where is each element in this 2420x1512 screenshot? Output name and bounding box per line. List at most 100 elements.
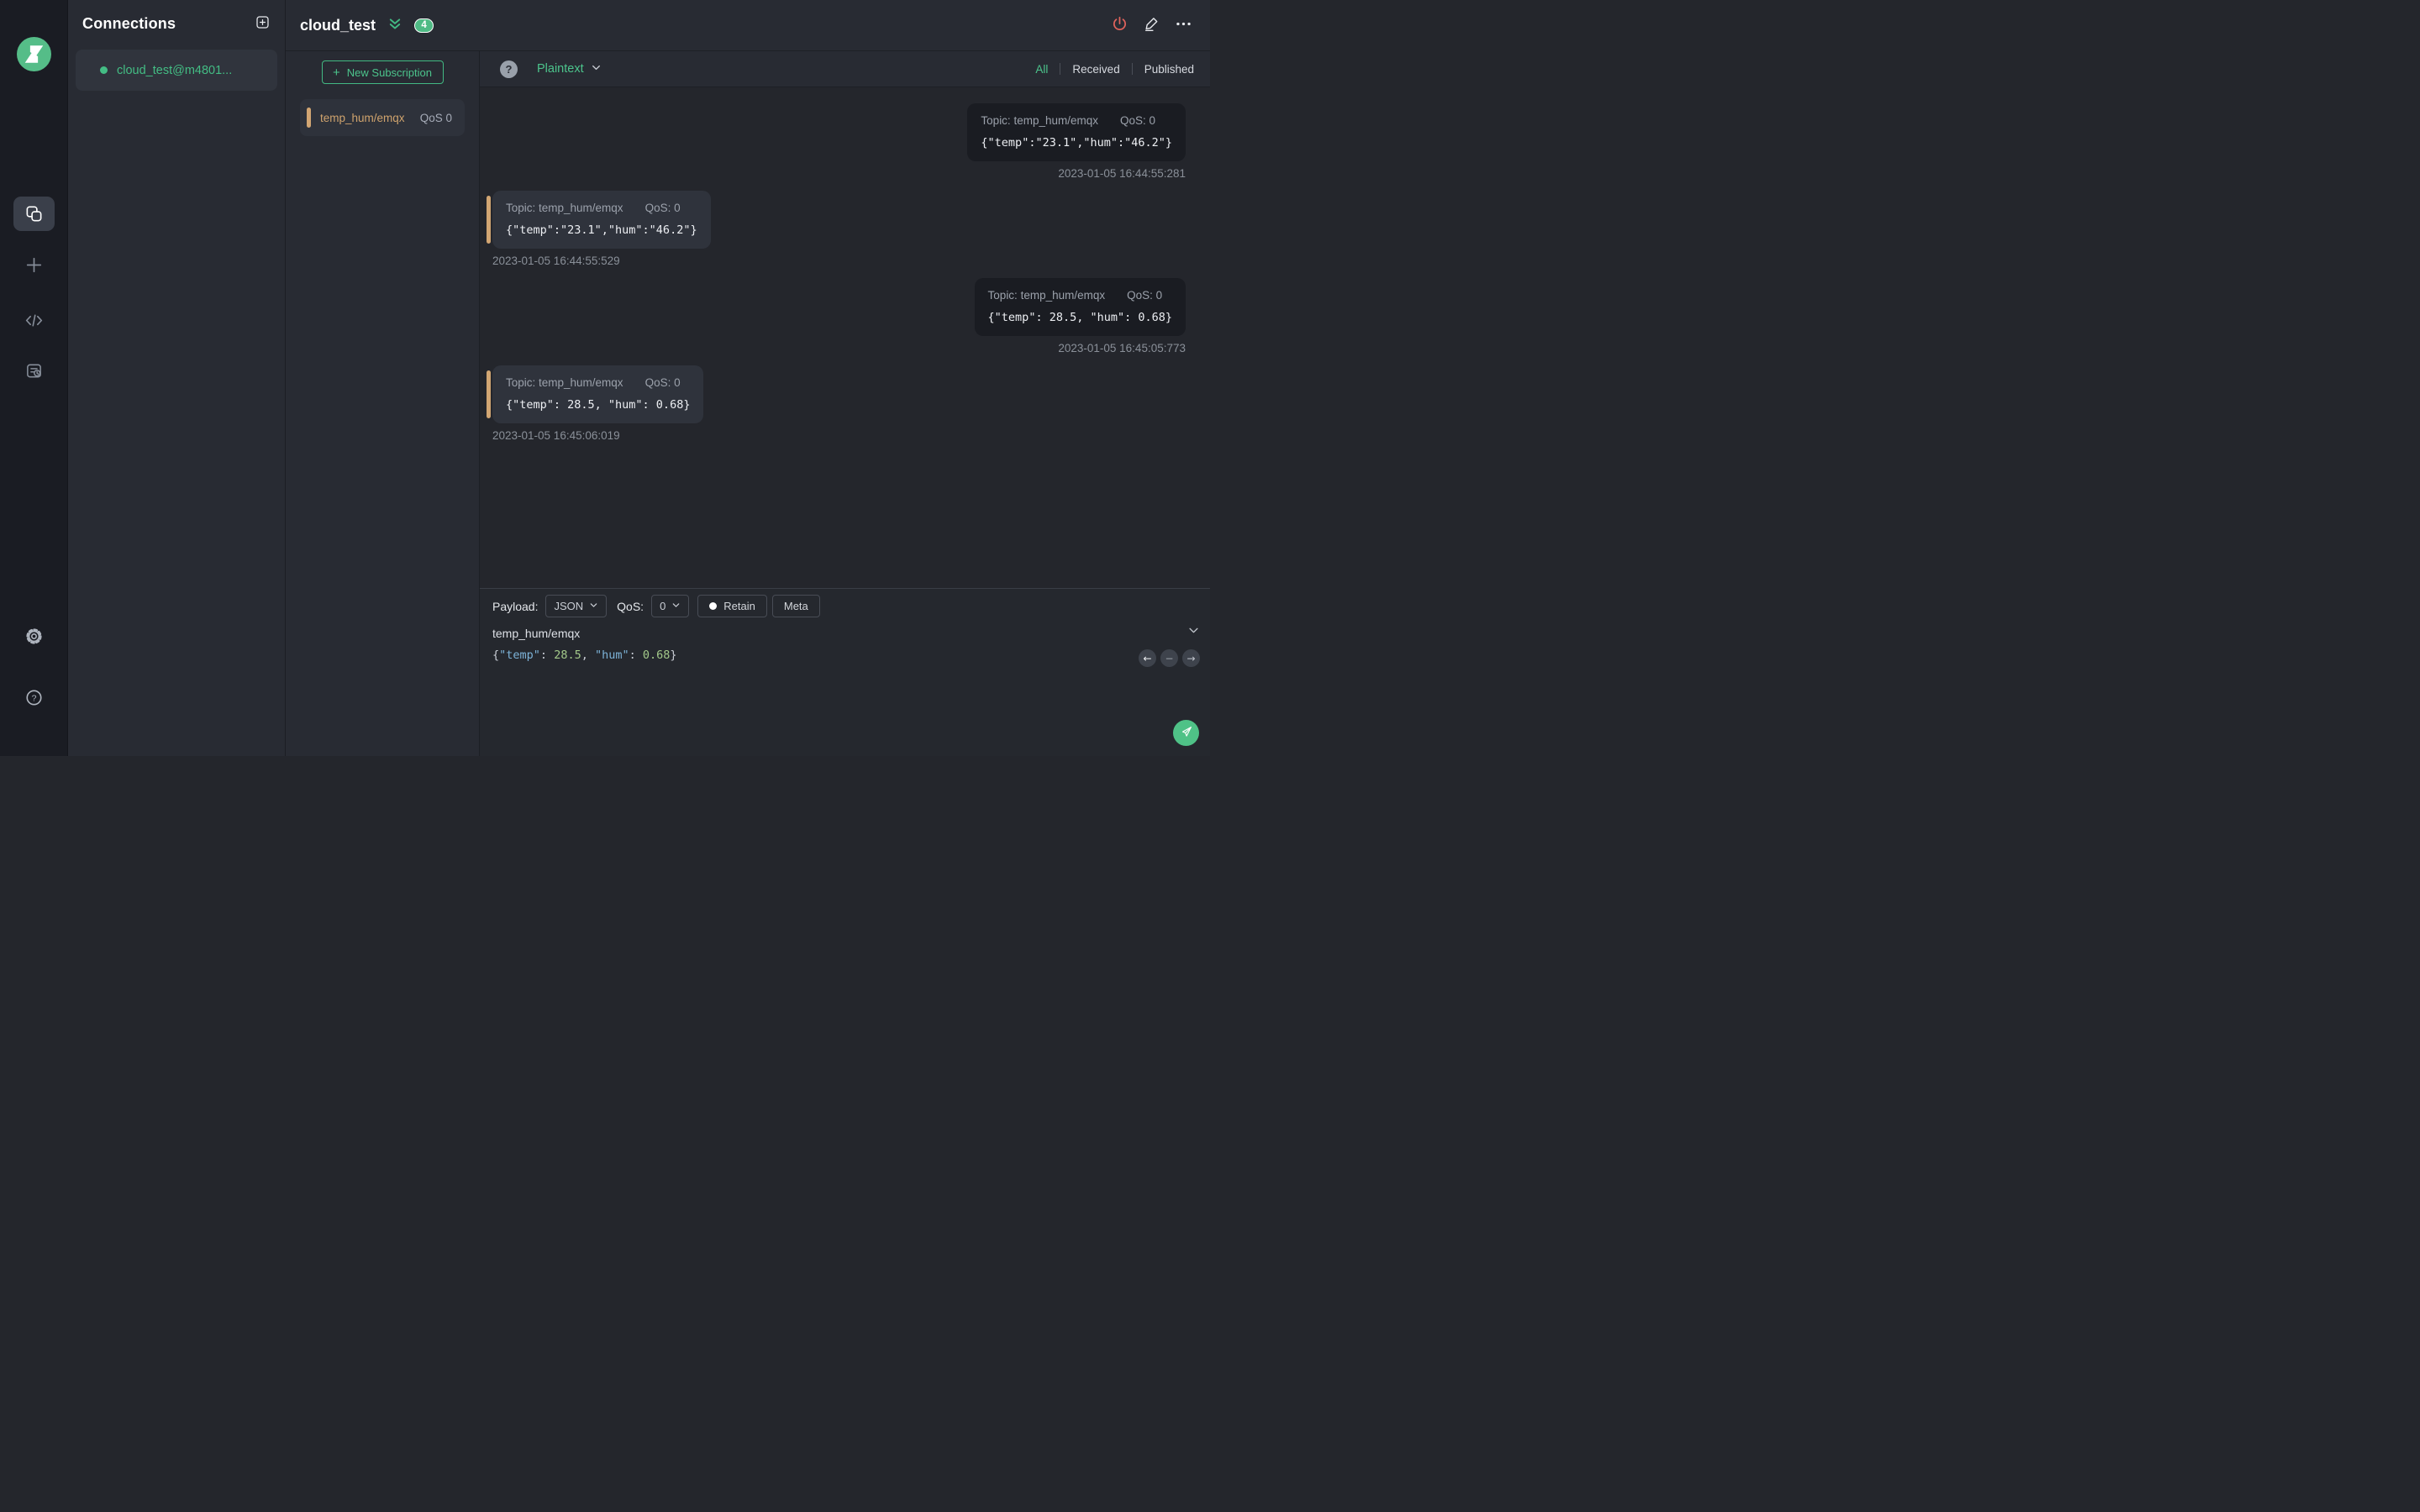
payload-format-help-icon[interactable]: ? bbox=[500, 60, 518, 78]
messages-toolbar: ? Plaintext All Received Published bbox=[480, 51, 1210, 87]
message-list: Topic: temp_hum/emqx QoS: 0 {"temp":"23.… bbox=[480, 87, 1210, 588]
subscription-item[interactable]: temp_hum/emqx QoS 0 bbox=[300, 99, 465, 136]
received-message-card[interactable]: Topic: temp_hum/emqx QoS: 0 {"temp":"23.… bbox=[487, 191, 711, 249]
payload-editor-line[interactable]: {"temp": 28.5, "hum": 0.68} bbox=[492, 648, 1197, 662]
power-icon bbox=[1111, 15, 1128, 35]
filter-all[interactable]: All bbox=[1023, 63, 1060, 76]
chevron-down-icon bbox=[589, 600, 598, 612]
meta-button[interactable]: Meta bbox=[771, 595, 820, 617]
message-topic: Topic: temp_hum/emqx bbox=[506, 202, 623, 214]
message-row-received: Topic: temp_hum/emqx QoS: 0 {"temp": 28.… bbox=[487, 365, 1186, 442]
collapse-panels-button[interactable] bbox=[387, 17, 402, 34]
chevron-down-icon bbox=[591, 62, 602, 76]
pencil-icon bbox=[1143, 15, 1160, 35]
collapse-publish-button[interactable] bbox=[1187, 624, 1200, 639]
connection-title: cloud_test bbox=[300, 16, 376, 34]
mqttx-app: ? Connections cloud_test@m4801... cloud_… bbox=[0, 0, 1210, 756]
messages-column: ? Plaintext All Received Published Topic… bbox=[480, 51, 1210, 756]
question-circle-icon: ? bbox=[24, 688, 44, 707]
nav-log-button[interactable] bbox=[13, 354, 55, 388]
chevron-down-icon bbox=[1187, 624, 1200, 639]
connections-title: Connections bbox=[82, 14, 176, 32]
connections-icon bbox=[24, 204, 44, 223]
settings-button[interactable] bbox=[13, 619, 55, 654]
help-button[interactable]: ? bbox=[13, 680, 55, 715]
new-subscription-button[interactable]: + New Subscription bbox=[321, 60, 444, 84]
payload-type-select[interactable]: JSON bbox=[545, 595, 608, 617]
new-window-button[interactable] bbox=[255, 14, 271, 33]
svg-text:?: ? bbox=[32, 693, 37, 703]
history-prev-button[interactable]: ← bbox=[1139, 649, 1156, 667]
square-plus-icon bbox=[255, 14, 271, 33]
message-topic: Topic: temp_hum/emqx bbox=[506, 376, 623, 389]
connection-name: cloud_test@m4801... bbox=[117, 63, 233, 77]
qos-value: 0 bbox=[660, 600, 666, 612]
message-qos: QoS: 0 bbox=[644, 202, 681, 214]
message-timestamp: 2023-01-05 16:45:06:019 bbox=[492, 429, 620, 442]
mqttx-logo bbox=[17, 37, 51, 71]
connection-item[interactable]: cloud_test@m4801... bbox=[76, 50, 277, 91]
code-icon bbox=[24, 311, 44, 330]
nav-script-button[interactable] bbox=[13, 303, 55, 338]
subscription-color-bar bbox=[307, 108, 311, 128]
received-color-bar bbox=[487, 196, 491, 244]
subscriptions-panel: + New Subscription temp_hum/emqx QoS 0 bbox=[286, 51, 480, 756]
publish-area: Payload: JSON QoS: 0 Retain Meta temp_hu… bbox=[480, 588, 1210, 756]
retain-toggle[interactable]: Retain bbox=[697, 595, 767, 617]
message-meta: Topic: temp_hum/emqx QoS: 0 bbox=[506, 376, 690, 389]
message-qos: QoS: 0 bbox=[1119, 114, 1156, 127]
subscription-topic: temp_hum/emqx bbox=[320, 111, 405, 124]
message-row-published: Topic: temp_hum/emqx QoS: 0 {"temp": 28.… bbox=[492, 278, 1186, 354]
new-connection-button[interactable] bbox=[13, 248, 55, 282]
double-chevron-down-icon bbox=[387, 17, 402, 34]
topic-input[interactable]: temp_hum/emqx bbox=[492, 627, 580, 640]
connections-panel: Connections cloud_test@m4801... bbox=[68, 0, 286, 756]
message-timestamp: 2023-01-05 16:44:55:281 bbox=[1058, 167, 1186, 180]
message-payload: {"temp":"23.1","hum":"46.2"} bbox=[981, 136, 1172, 150]
nav-connections-button[interactable] bbox=[13, 197, 55, 231]
history-next-button[interactable]: → bbox=[1182, 649, 1200, 667]
connection-topbar: cloud_test 4 bbox=[286, 0, 1210, 51]
message-timestamp: 2023-01-05 16:45:05:773 bbox=[1058, 342, 1186, 354]
history-nav: ← − → bbox=[1139, 649, 1200, 667]
main-body: + New Subscription temp_hum/emqx QoS 0 ?… bbox=[286, 51, 1210, 756]
disconnect-button[interactable] bbox=[1111, 15, 1128, 35]
filter-received[interactable]: Received bbox=[1060, 63, 1131, 76]
qos-select[interactable]: 0 bbox=[651, 595, 690, 617]
qos-label: QoS: bbox=[617, 599, 644, 613]
retain-dot-icon bbox=[709, 602, 718, 610]
message-filters: All Received Published bbox=[1023, 63, 1196, 76]
subscription-qos: QoS 0 bbox=[419, 111, 452, 124]
edit-connection-button[interactable] bbox=[1143, 15, 1160, 35]
more-options-button[interactable] bbox=[1175, 15, 1192, 35]
payload-format-value: Plaintext bbox=[537, 62, 584, 76]
message-topic: Topic: temp_hum/emqx bbox=[981, 114, 1098, 127]
payload-format-dropdown[interactable]: Plaintext bbox=[537, 62, 602, 76]
message-count-badge: 4 bbox=[414, 18, 434, 33]
filter-published[interactable]: Published bbox=[1133, 63, 1196, 76]
received-message-card[interactable]: Topic: temp_hum/emqx QoS: 0 {"temp": 28.… bbox=[487, 365, 704, 423]
main-region: cloud_test 4 + New Subscription temp_hum… bbox=[286, 0, 1210, 756]
message-qos: QoS: 0 bbox=[644, 376, 681, 389]
minus-icon: − bbox=[1165, 652, 1174, 664]
icon-rail: ? bbox=[0, 0, 68, 756]
message-timestamp: 2023-01-05 16:44:55:529 bbox=[492, 255, 620, 267]
ellipsis-icon bbox=[1175, 15, 1192, 35]
log-icon bbox=[24, 361, 44, 381]
message-meta: Topic: temp_hum/emqx QoS: 0 bbox=[981, 114, 1172, 127]
message-row-received: Topic: temp_hum/emqx QoS: 0 {"temp":"23.… bbox=[487, 191, 1186, 267]
message-payload: {"temp":"23.1","hum":"46.2"} bbox=[506, 223, 697, 237]
topbar-actions bbox=[1111, 15, 1192, 35]
payload-label: Payload: bbox=[492, 599, 539, 613]
retain-label: Retain bbox=[723, 600, 755, 612]
message-qos: QoS: 0 bbox=[1127, 289, 1163, 302]
message-row-published: Topic: temp_hum/emqx QoS: 0 {"temp":"23.… bbox=[492, 103, 1186, 180]
connections-header: Connections bbox=[68, 14, 285, 33]
published-message-card[interactable]: Topic: temp_hum/emqx QoS: 0 {"temp":"23.… bbox=[967, 103, 1186, 161]
message-payload: {"temp": 28.5, "hum": 0.68} bbox=[506, 398, 691, 412]
history-minimize-button[interactable]: − bbox=[1160, 649, 1178, 667]
published-message-card[interactable]: Topic: temp_hum/emqx QoS: 0 {"temp": 28.… bbox=[974, 278, 1186, 336]
send-button[interactable] bbox=[1173, 720, 1199, 746]
message-topic: Topic: temp_hum/emqx bbox=[987, 289, 1106, 302]
right-arrow-icon: → bbox=[1186, 652, 1196, 664]
